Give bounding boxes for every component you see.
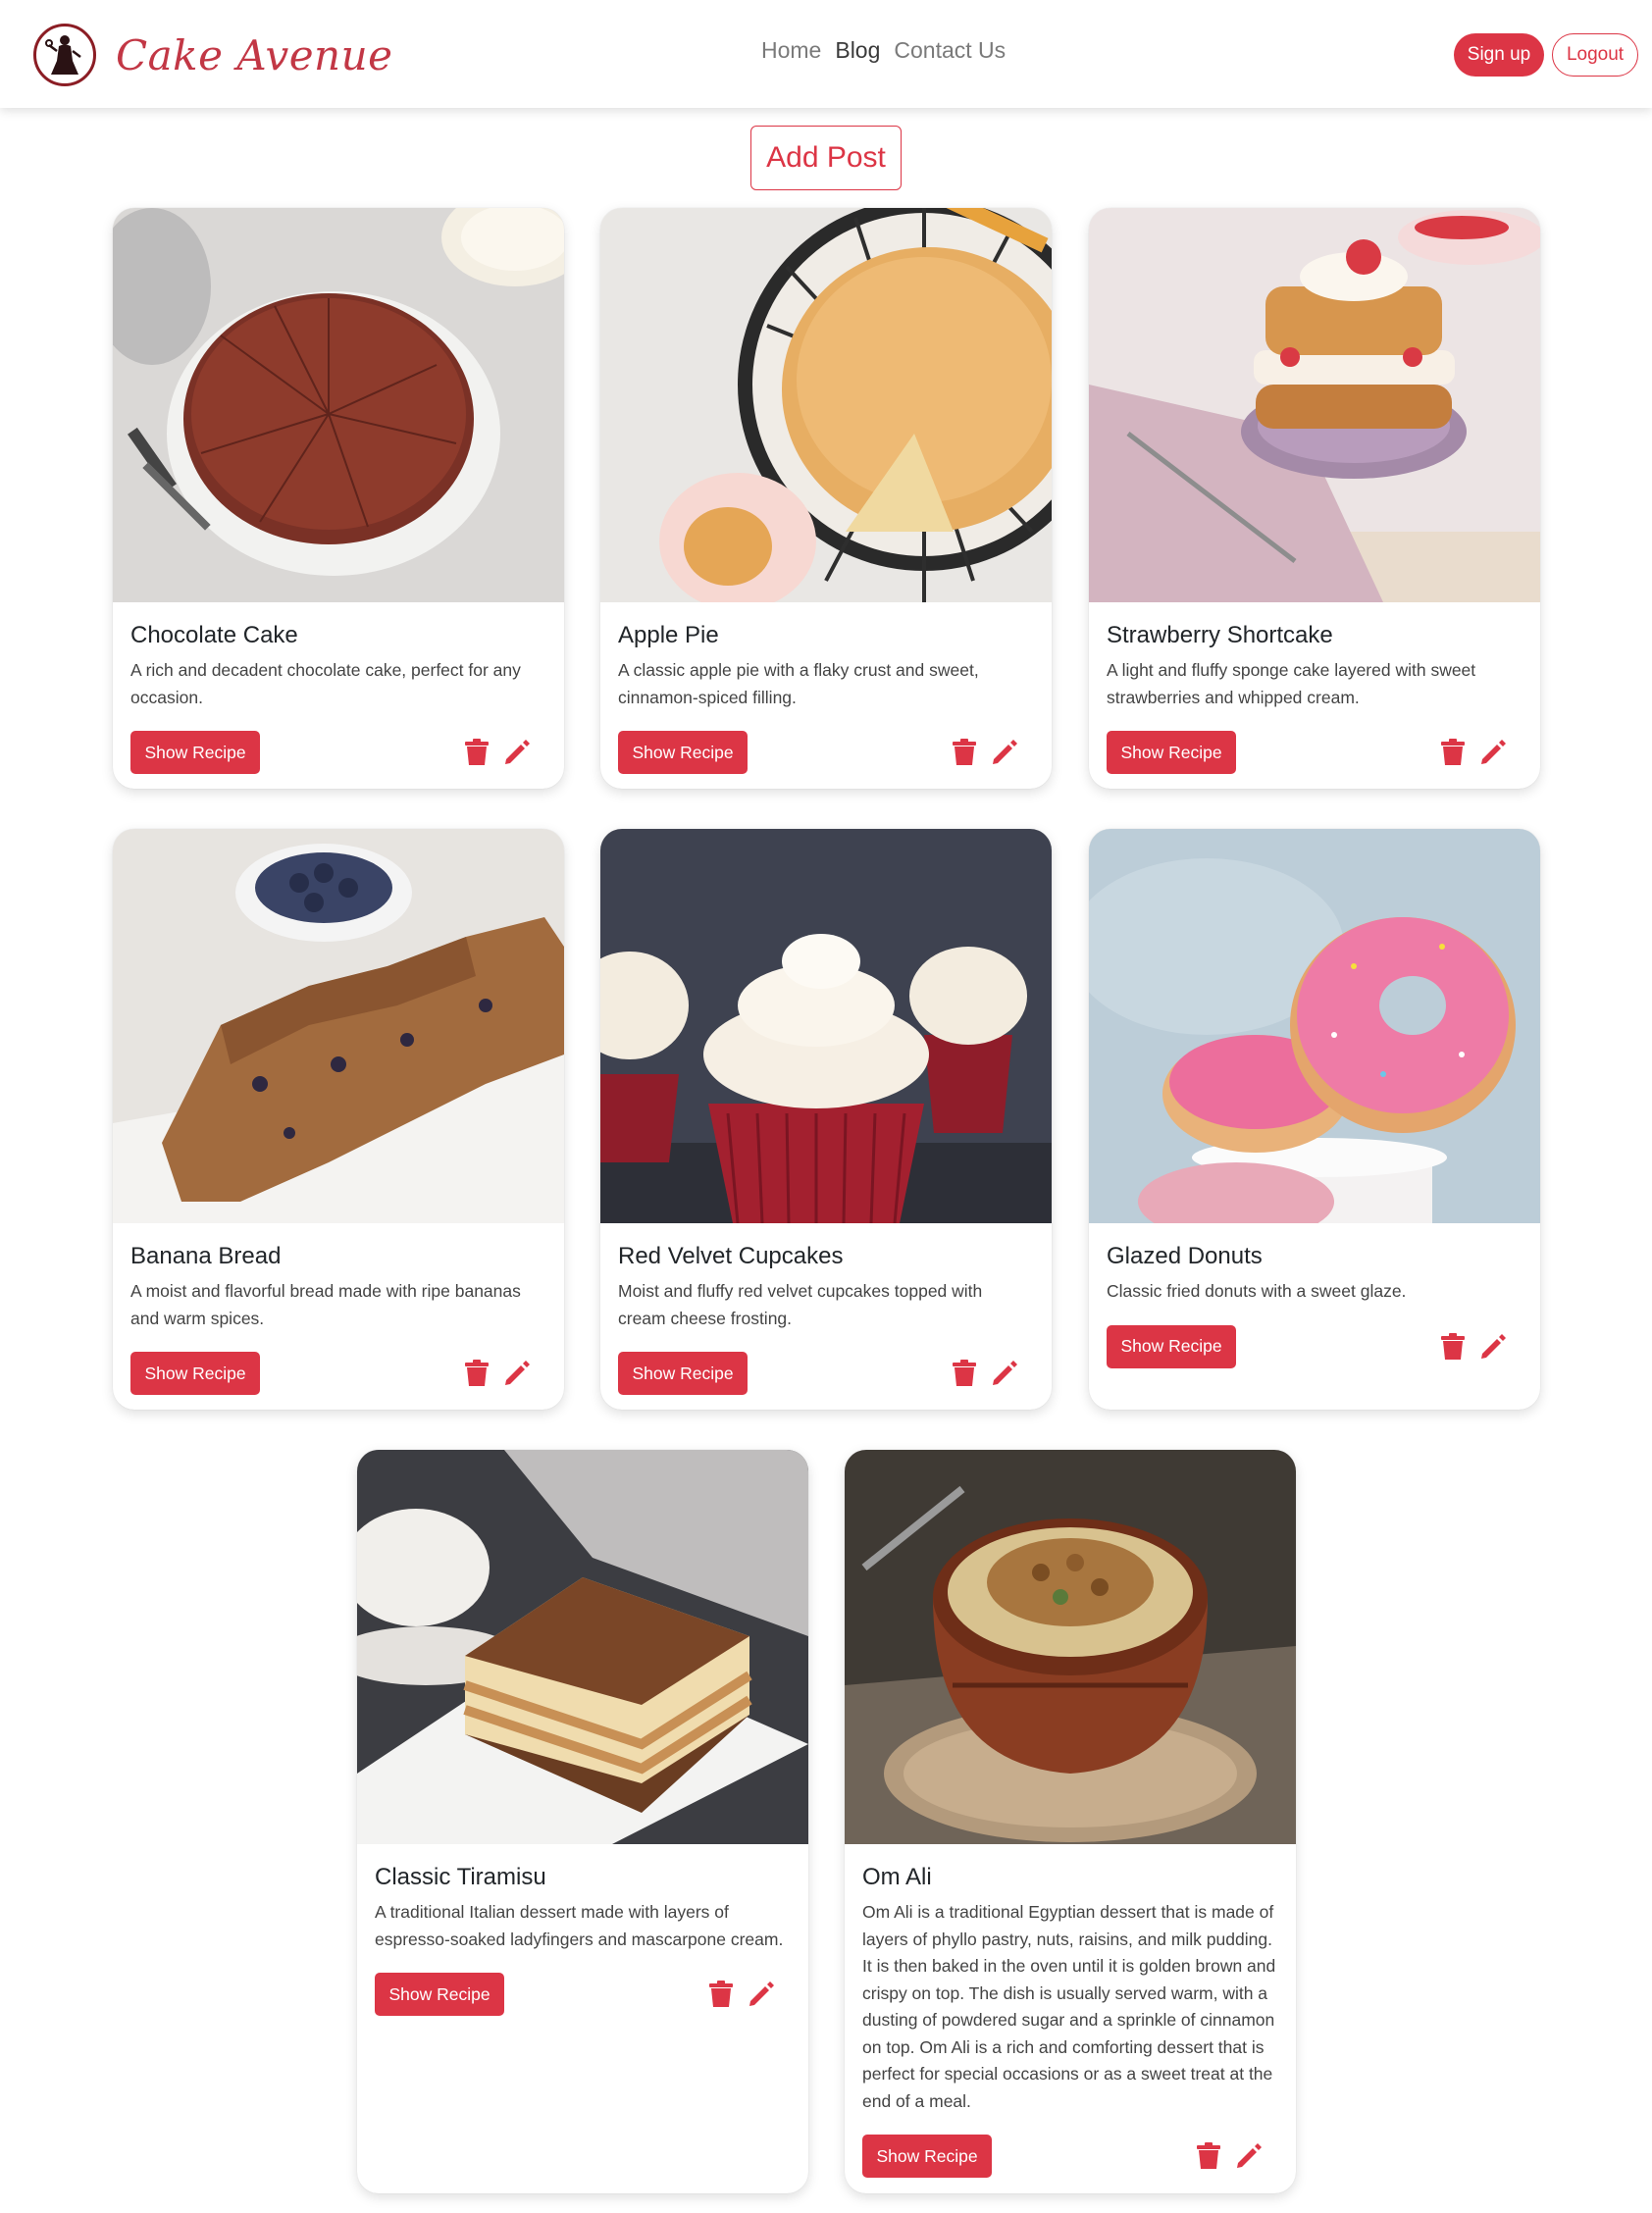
card-description: Om Ali is a traditional Egyptian dessert… (862, 1902, 1276, 2111)
card-title: Banana Bread (130, 1243, 282, 1269)
card-title: Classic Tiramisu (375, 1864, 546, 1890)
trash-icon[interactable] (1440, 739, 1466, 766)
strawberry-shortcake-photo (1089, 208, 1540, 602)
trash-icon[interactable] (464, 739, 490, 766)
pencil-icon[interactable] (503, 1360, 531, 1387)
nav-link-blog[interactable]: Blog (835, 37, 880, 64)
trash-icon[interactable] (464, 1360, 490, 1387)
recipe-card: Red Velvet Cupcakes Moist and fluffy red… (600, 829, 1052, 1410)
card-description: A light and fluffy sponge cake layered w… (1107, 660, 1476, 707)
pencil-icon[interactable] (748, 1981, 775, 2008)
recipe-card: Banana Bread A moist and flavorful bread… (113, 829, 564, 1410)
show-recipe-button[interactable]: Show Recipe (375, 1973, 504, 2016)
pencil-icon[interactable] (503, 739, 531, 766)
red-velvet-cupcakes-photo (600, 829, 1052, 1223)
pencil-icon[interactable] (991, 739, 1018, 766)
show-recipe-button[interactable]: Show Recipe (1107, 731, 1236, 774)
card-title: Glazed Donuts (1107, 1243, 1263, 1269)
recipe-card: Classic Tiramisu A traditional Italian d… (357, 1450, 808, 2193)
baker-silhouette-logo-icon (33, 24, 96, 86)
navbar: Cake Avenue Home Blog Contact Us Sign up… (0, 0, 1652, 108)
nav-link-home[interactable]: Home (761, 37, 821, 64)
recipe-card: Strawberry Shortcake A light and fluffy … (1089, 208, 1540, 789)
card-title: Chocolate Cake (130, 622, 298, 648)
pencil-icon[interactable] (1479, 1333, 1507, 1361)
show-recipe-button[interactable]: Show Recipe (618, 731, 748, 774)
card-title: Apple Pie (618, 622, 719, 648)
recipe-card: Apple Pie A classic apple pie with a fla… (600, 208, 1052, 789)
main-nav: Home Blog Contact Us (761, 37, 1006, 64)
recipe-card: Glazed Donuts Classic fried donuts with … (1089, 829, 1540, 1410)
banana-bread-photo (113, 829, 564, 1223)
card-description: Moist and fluffy red velvet cupcakes top… (618, 1281, 983, 1328)
card-description: Classic fried donuts with a sweet glaze. (1107, 1281, 1407, 1301)
trash-icon[interactable] (1196, 2142, 1221, 2170)
signup-button[interactable]: Sign up (1454, 33, 1544, 77)
chocolate-cake-photo (113, 208, 564, 602)
show-recipe-button[interactable]: Show Recipe (1107, 1324, 1236, 1368)
glazed-donuts-photo (1089, 829, 1540, 1223)
card-description: A traditional Italian dessert made with … (375, 1902, 784, 1949)
nav-link-contact-us[interactable]: Contact Us (894, 37, 1006, 64)
show-recipe-button[interactable]: Show Recipe (130, 731, 260, 774)
logout-button[interactable]: Logout (1552, 33, 1638, 77)
brand-name: Cake Avenue (116, 30, 393, 79)
show-recipe-button[interactable]: Show Recipe (862, 2135, 992, 2178)
recipe-card: Om Ali Om Ali is a traditional Egyptian … (845, 1450, 1296, 2193)
pencil-icon[interactable] (1479, 739, 1507, 766)
card-description: A rich and decadent chocolate cake, perf… (130, 660, 521, 707)
trash-icon[interactable] (952, 1360, 977, 1387)
recipe-card: Chocolate Cake A rich and decadent choco… (113, 208, 564, 789)
apple-pie-photo (600, 208, 1052, 602)
trash-icon[interactable] (952, 739, 977, 766)
om-ali-photo (845, 1450, 1296, 1844)
pencil-icon[interactable] (991, 1360, 1018, 1387)
card-description: A classic apple pie with a flaky crust a… (618, 660, 979, 707)
card-title: Om Ali (862, 1864, 932, 1890)
add-post-button[interactable]: Add Post (750, 126, 902, 190)
tiramisu-photo (357, 1450, 808, 1844)
pencil-icon[interactable] (1235, 2142, 1263, 2170)
card-title: Red Velvet Cupcakes (618, 1243, 844, 1269)
trash-icon[interactable] (1440, 1332, 1466, 1361)
card-title: Strawberry Shortcake (1107, 622, 1333, 648)
card-description: A moist and flavorful bread made with ri… (130, 1281, 521, 1328)
show-recipe-button[interactable]: Show Recipe (130, 1352, 260, 1395)
trash-icon[interactable] (708, 1981, 734, 2008)
show-recipe-button[interactable]: Show Recipe (618, 1352, 748, 1395)
brand[interactable]: Cake Avenue (33, 24, 393, 86)
